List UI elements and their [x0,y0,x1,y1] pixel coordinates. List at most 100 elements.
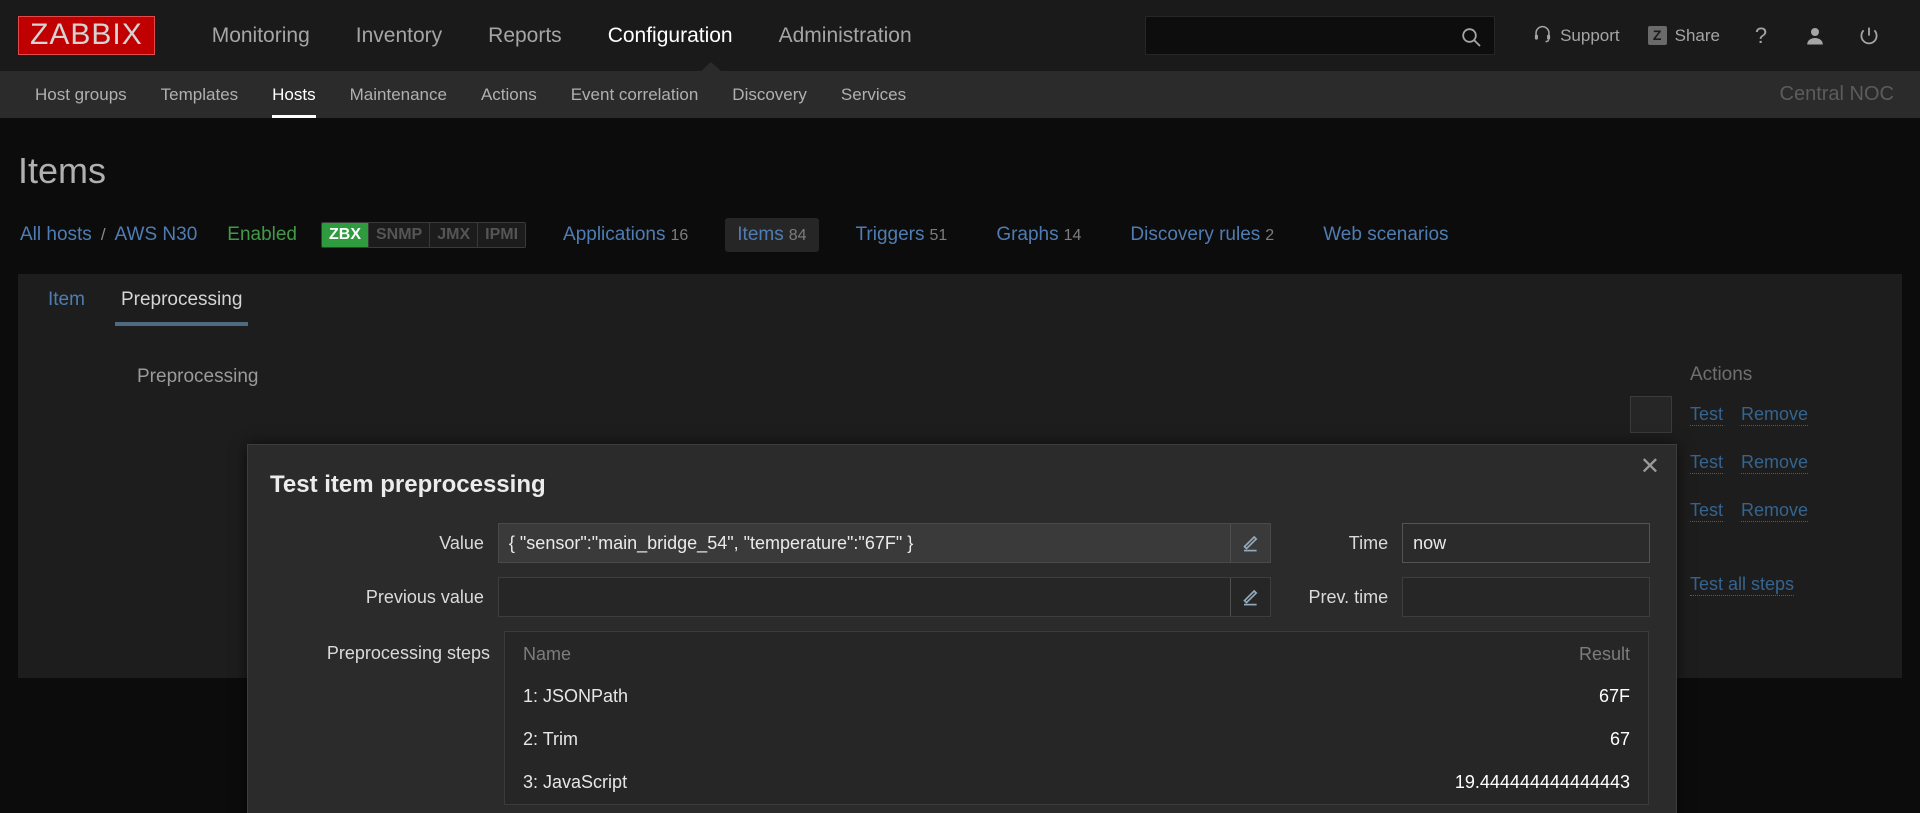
crumb-tab-applications-label: Applications [563,224,666,245]
share-label: Share [1674,25,1720,45]
global-search[interactable] [1145,16,1496,55]
time-field[interactable] [1402,523,1650,563]
test-all-steps-link[interactable]: Test all steps [1690,574,1795,596]
step-name-label: Trim [542,729,579,749]
tab-item[interactable]: Item [30,274,103,326]
previous-value-label: Previous value [365,587,484,607]
crumb-tab-graphs-label: Graphs [996,224,1059,245]
nav-item-inventory[interactable]: Inventory [333,0,465,71]
dialog-body: Value Time Previous value [248,499,1676,805]
time-label: Time [1348,533,1389,553]
nav-item-configuration[interactable]: Configuration [585,0,756,71]
zabbix-logo[interactable]: ZABBIX [18,15,155,56]
availability-ipmi[interactable]: IPMI [478,223,526,247]
sidebar-item-hosts[interactable]: Hosts [255,71,332,118]
table-row: Test Remove [1690,500,1809,522]
search-icon[interactable] [1460,26,1482,53]
step-index: 3: [523,772,539,792]
step-remove-link[interactable]: Remove [1741,404,1809,426]
crumb-tab-graphs[interactable]: Graphs 14 [984,218,1093,252]
prev-time-field[interactable] [1402,577,1650,617]
breadcrumb: All hosts / AWS N30 Enabled ZBX SNMP JMX… [0,192,1920,252]
value-label: Value [439,533,484,553]
table-row: Test Remove [1690,452,1809,474]
preprocessing-steps-row: Preprocessing steps Name Result 1: JSONP… [274,631,1650,805]
step-result: 19.444444444444443 [1454,772,1630,792]
step-remove-link[interactable]: Remove [1741,500,1809,522]
crumb-tab-graphs-count: 14 [1063,227,1082,244]
search-input[interactable] [1146,17,1495,54]
steps-table-header: Name Result [505,632,1648,675]
crumb-tab-items[interactable]: Items 84 [725,218,819,252]
sidebar-item-discovery[interactable]: Discovery [715,71,824,118]
item-form-tabs: Item Preprocessing [30,274,1902,326]
value-input[interactable] [498,524,1270,562]
page-title: Items [18,150,107,191]
crumb-tab-triggers[interactable]: Triggers 51 [844,218,960,252]
crumb-tab-items-count: 84 [788,227,807,244]
step-test-link[interactable]: Test [1690,404,1724,426]
step-index: 2: [523,729,539,749]
availability-zbx[interactable]: ZBX [322,223,369,247]
prev-time-input[interactable] [1403,578,1649,616]
value-edit-pencil-icon[interactable] [1229,524,1270,562]
preprocessing-form-background: Preprocessing Actions Test Remove Test R… [30,326,1902,596]
nav-item-monitoring[interactable]: Monitoring [189,0,333,71]
preprocessing-steps-label: Preprocessing [137,366,259,387]
crumb-tab-discovery-rules-count: 2 [1265,227,1275,244]
sidebar-item-host-groups[interactable]: Host groups [18,71,144,118]
column-header-result: Result [1578,644,1630,664]
step-test-link[interactable]: Test [1690,500,1724,522]
sidebar-item-maintenance[interactable]: Maintenance [333,71,464,118]
step-remove-link[interactable]: Remove [1741,452,1809,474]
crumb-tab-applications[interactable]: Applications 16 [551,218,700,252]
breadcrumb-all-hosts[interactable]: All hosts [20,224,92,246]
server-name-label: Central NOC [1779,83,1894,105]
sidebar-item-actions[interactable]: Actions [464,71,554,118]
sub-navigation: Host groups Templates Hosts Maintenance … [0,62,1920,118]
step-name-label: JSONPath [543,686,629,706]
close-icon[interactable]: ✕ [1640,455,1660,479]
value-field[interactable] [497,523,1271,563]
step-name: 3: JavaScript [523,772,627,793]
previous-value-edit-pencil-icon[interactable] [1229,578,1270,616]
main-navigation: Monitoring Inventory Reports Configurati… [189,0,935,71]
actions-column: Test Remove Test Remove Test Remove [1690,404,1809,522]
sign-out-icon[interactable] [1842,0,1896,71]
step-result: 67F [1598,686,1630,706]
crumb-tab-discovery-rules-label: Discovery rules [1130,224,1261,245]
user-profile-icon[interactable] [1788,0,1842,71]
crumb-tab-web-scenarios-label: Web scenarios [1323,224,1449,245]
help-icon[interactable]: ? [1734,0,1788,71]
availability-jmx[interactable]: JMX [430,223,479,247]
crumb-tab-discovery-rules[interactable]: Discovery rules 2 [1118,218,1286,252]
sidebar-item-event-correlation[interactable]: Event correlation [554,71,716,118]
availability-indicators: ZBX SNMP JMX IPMI [321,222,527,248]
sidebar-item-services[interactable]: Services [824,71,923,118]
previous-value-field[interactable] [497,577,1271,617]
preprocessing-step-field[interactable] [1630,396,1672,433]
nav-item-reports[interactable]: Reports [465,0,585,71]
value-row: Value Time [274,523,1650,563]
host-status-badge: Enabled [227,224,297,245]
availability-snmp[interactable]: SNMP [369,223,431,247]
top-header: ZABBIX Monitoring Inventory Reports Conf… [0,0,1920,71]
tab-preprocessing[interactable]: Preprocessing [103,274,260,326]
crumb-tab-triggers-count: 51 [929,227,948,244]
breadcrumb-host[interactable]: AWS N30 [115,224,198,246]
support-link[interactable]: Support [1519,0,1634,71]
nav-item-administration[interactable]: Administration [756,0,935,71]
actions-column-header: Actions [1690,364,1753,385]
sidebar-item-templates[interactable]: Templates [144,71,255,118]
steps-label: Preprocessing steps [326,643,490,663]
table-row: 2: Trim 67 [505,718,1648,761]
header-actions: Support Z Share ? [1145,0,1896,71]
prev-time-label: Prev. time [1308,587,1389,607]
table-row: 1: JSONPath 67F [505,675,1648,718]
share-link[interactable]: Z Share [1634,0,1734,71]
crumb-tab-web-scenarios[interactable]: Web scenarios [1311,218,1460,252]
crumb-tab-items-label: Items [737,224,784,245]
step-test-link[interactable]: Test [1690,452,1724,474]
previous-value-input[interactable] [498,578,1270,616]
time-input[interactable] [1403,524,1649,562]
